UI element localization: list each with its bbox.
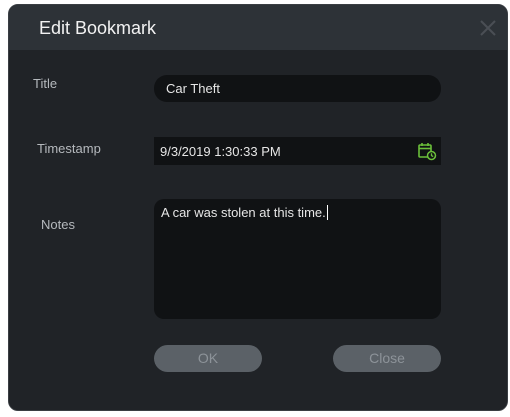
text-caret xyxy=(326,205,328,220)
dialog-titlebar[interactable]: Edit Bookmark xyxy=(9,5,507,50)
timestamp-label: Timestamp xyxy=(37,141,101,156)
timestamp-value: 9/3/2019 1:30:33 PM xyxy=(160,144,281,159)
title-label: Title xyxy=(33,76,58,91)
calendar-clock-icon[interactable] xyxy=(417,141,437,161)
notes-label: Notes xyxy=(41,217,75,232)
close-button[interactable]: Close xyxy=(333,345,441,372)
ok-button[interactable]: OK xyxy=(154,345,262,372)
notes-text: A car was stolen at this time. xyxy=(161,205,326,220)
notes-textarea[interactable]: A car was stolen at this time. xyxy=(154,199,441,319)
title-input[interactable]: Car Theft xyxy=(154,75,441,102)
close-icon[interactable] xyxy=(477,17,499,39)
dialog-title: Edit Bookmark xyxy=(39,18,157,38)
timestamp-input[interactable]: 9/3/2019 1:30:33 PM xyxy=(154,137,441,165)
edit-bookmark-dialog: Edit Bookmark Title Car Theft Timestamp … xyxy=(8,4,508,411)
